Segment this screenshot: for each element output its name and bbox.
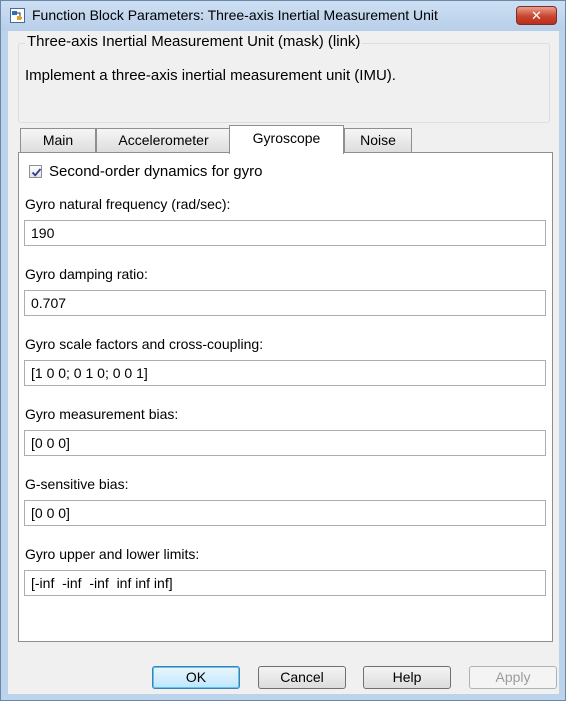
tab-main[interactable]: Main (20, 128, 96, 153)
scale-factors-label: Gyro scale factors and cross-coupling: (25, 336, 264, 352)
tab-gyroscope[interactable]: Gyroscope (229, 125, 344, 154)
limits-input[interactable]: [-inf -inf -inf inf inf inf] (24, 570, 546, 596)
natural-frequency-label: Gyro natural frequency (rad/sec): (25, 196, 231, 212)
natural-frequency-input[interactable]: 190 (24, 220, 546, 246)
tab-accelerometer-label: Accelerometer (118, 132, 209, 148)
cancel-button[interactable]: Cancel (258, 666, 346, 689)
tab-accelerometer[interactable]: Accelerometer (96, 128, 231, 153)
dialog-client-area: Three-axis Inertial Measurement Unit (ma… (8, 31, 559, 694)
gyroscope-panel: Second-order dynamics for gyro Gyro natu… (18, 152, 553, 642)
tab-noise-label: Noise (360, 132, 396, 148)
second-order-dynamics-label: Second-order dynamics for gyro (49, 163, 263, 180)
tab-gyroscope-label: Gyroscope (252, 130, 321, 146)
measurement-bias-label: Gyro measurement bias: (25, 406, 179, 422)
scale-factors-input[interactable]: [1 0 0; 0 1 0; 0 0 1] (24, 360, 546, 386)
block-name: Three-axis Inertial Measurement Unit (ma… (25, 33, 363, 50)
damping-ratio-label: Gyro damping ratio: (25, 266, 148, 282)
title-bar[interactable]: Function Block Parameters: Three-axis In… (1, 1, 565, 31)
g-sensitive-bias-label: G-sensitive bias: (25, 476, 129, 492)
dialog-window: Function Block Parameters: Three-axis In… (0, 0, 566, 701)
measurement-bias-input[interactable]: [0 0 0] (24, 430, 546, 456)
tab-strip: Main Accelerometer Gyroscope Noise (18, 125, 418, 154)
ok-button[interactable]: OK (152, 666, 240, 689)
tab-main-label: Main (42, 132, 74, 148)
window-title: Function Block Parameters: Three-axis In… (32, 7, 438, 23)
block-description: Implement a three-axis inertial measurem… (25, 67, 396, 84)
close-button[interactable]: ✕ (516, 6, 557, 25)
damping-ratio-input[interactable]: 0.707 (24, 290, 546, 316)
simulink-block-icon (10, 8, 25, 23)
g-sensitive-bias-input[interactable]: [0 0 0] (24, 500, 546, 526)
limits-label: Gyro upper and lower limits: (25, 546, 200, 562)
checkmark-icon (31, 168, 42, 177)
tab-noise[interactable]: Noise (344, 128, 412, 153)
second-order-dynamics-checkbox[interactable] (29, 165, 42, 178)
help-button[interactable]: Help (363, 666, 451, 689)
close-icon: ✕ (531, 8, 542, 23)
apply-button[interactable]: Apply (469, 666, 557, 689)
